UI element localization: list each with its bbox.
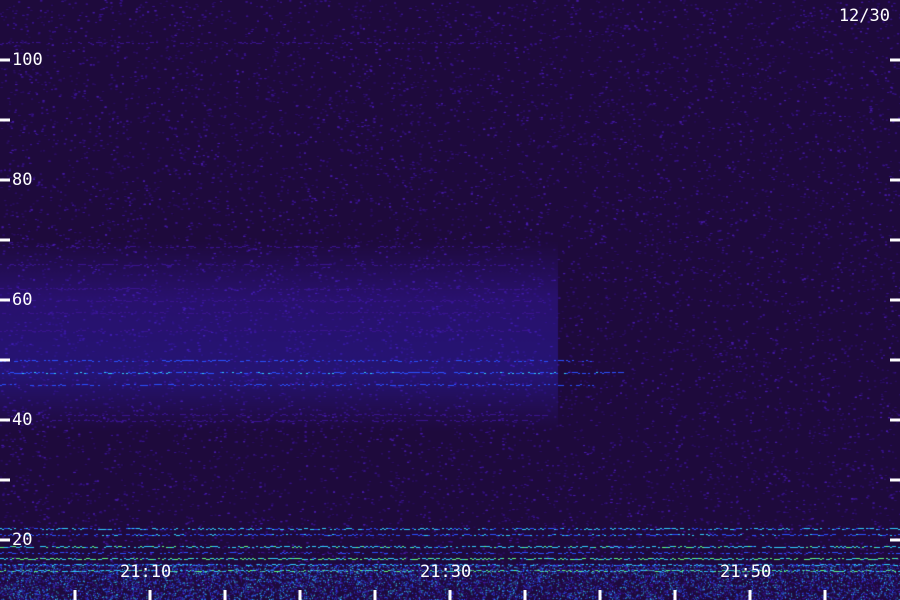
y-tick-label: 80 [12,170,33,190]
date-label: 12/30 [838,6,890,26]
axes-layer [0,58,900,600]
x-tick-label: 21:50 [720,562,772,582]
x-tick-label: 21:30 [420,562,472,582]
y-tick-label: 20 [12,530,33,550]
y-tick-label: 100 [12,50,43,70]
x-tick-label: 21:10 [120,562,172,582]
y-tick-label: 60 [12,290,33,310]
spectrogram-chart: 20 40 60 80 100 21:10 21:30 21:50 12/30 [0,0,900,600]
y-tick-label: 40 [12,410,33,430]
